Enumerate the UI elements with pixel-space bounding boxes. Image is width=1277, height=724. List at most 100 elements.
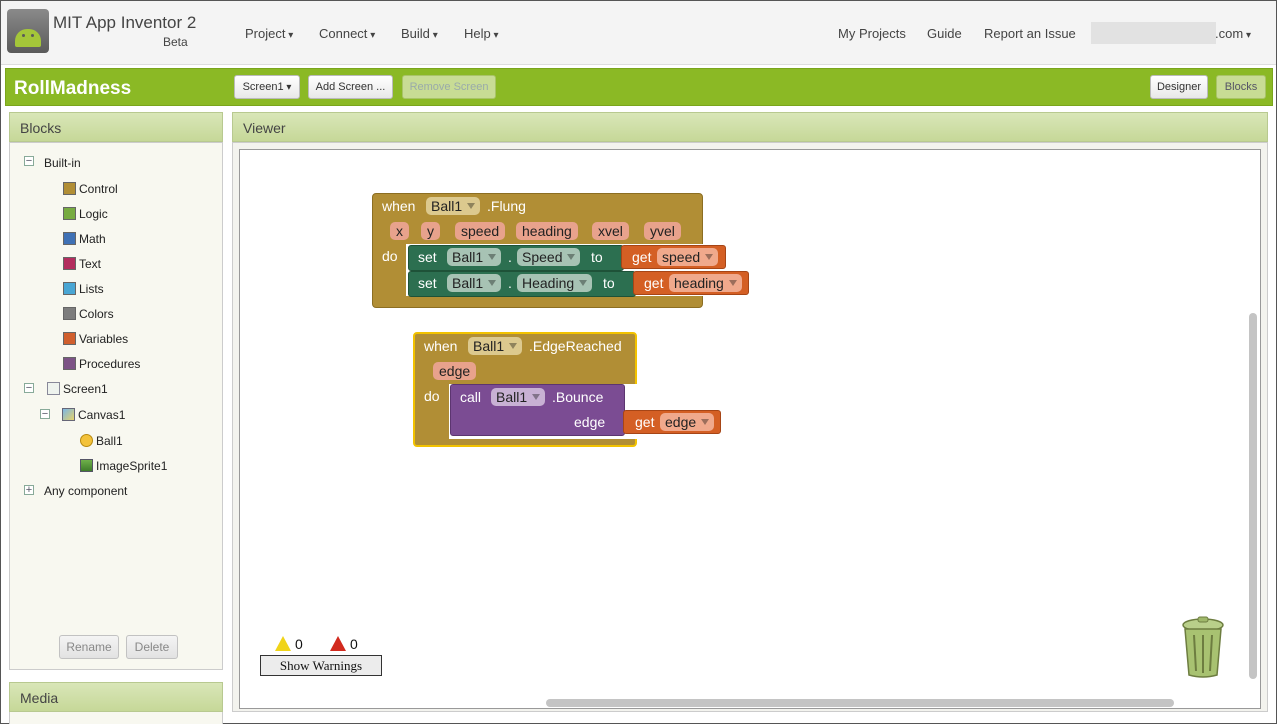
viewer-header: Viewer (232, 112, 1268, 142)
flung-param-heading[interactable]: heading (516, 222, 578, 240)
tree-screen1[interactable]: Screen1 (47, 381, 108, 397)
blocks-panel: − Built-in Control Logic Math Text Lists… (9, 142, 223, 670)
drawer-colors[interactable]: Colors (63, 306, 114, 322)
media-panel-header: Media (9, 682, 223, 712)
app-subtitle: Beta (163, 35, 188, 49)
set-speed-to-label: to (591, 249, 603, 265)
set-speed-component-dropdown[interactable]: Ball1 (447, 248, 501, 266)
blocks-button[interactable]: Blocks (1216, 75, 1266, 99)
collapse-screen-icon[interactable]: − (24, 383, 34, 393)
menu-project[interactable]: Project (245, 26, 293, 41)
call-bounce-component-dropdown[interactable]: Ball1 (491, 388, 545, 406)
image-sprite-icon (80, 459, 93, 472)
call-bounce-method-label: .Bounce (552, 389, 603, 405)
flung-param-y[interactable]: y (421, 222, 440, 240)
flung-param-x[interactable]: x (390, 222, 409, 240)
link-my-projects[interactable]: My Projects (838, 26, 906, 41)
set-heading-property-dropdown[interactable]: Heading (517, 274, 592, 292)
canvas-icon (62, 408, 75, 421)
flung-param-yvel[interactable]: yvel (644, 222, 681, 240)
get-edge-get-label: get (635, 414, 654, 430)
drawer-logic[interactable]: Logic (63, 206, 108, 222)
get-heading-variable-dropdown[interactable]: heading (669, 274, 742, 292)
errors-count: 0 (350, 636, 358, 652)
collapse-canvas-icon[interactable]: − (40, 409, 50, 419)
text-color-icon (63, 257, 76, 270)
delete-button[interactable]: Delete (126, 635, 178, 659)
control-color-icon (63, 182, 76, 195)
drawer-variables[interactable]: Variables (63, 331, 128, 347)
app-title: MIT App Inventor 2 (53, 13, 196, 33)
get-speed-get-label: get (632, 249, 651, 265)
edge-event-label: .EdgeReached (529, 338, 622, 354)
drawer-procedures[interactable]: Procedures (63, 356, 140, 372)
link-guide[interactable]: Guide (927, 26, 962, 41)
drawer-text[interactable]: Text (63, 256, 101, 272)
flung-event-label: .Flung (487, 198, 526, 214)
edge-component-dropdown[interactable]: Ball1 (468, 337, 522, 355)
workspace-horizontal-scrollbar[interactable] (546, 699, 1174, 707)
get-edge-variable-dropdown[interactable]: edge (660, 413, 714, 431)
edge-do-label: do (424, 388, 440, 404)
add-screen-button[interactable]: Add Screen ... (308, 75, 393, 99)
top-bar: MIT App Inventor 2 Beta Project Connect … (1, 1, 1276, 65)
call-bounce-arg-label: edge (574, 414, 605, 430)
trash-can-icon[interactable] (1179, 615, 1227, 679)
math-color-icon (63, 232, 76, 245)
get-speed-variable-dropdown[interactable]: speed (657, 248, 718, 266)
set-speed-dot: . (508, 249, 512, 265)
set-heading-dot: . (508, 275, 512, 291)
show-warnings-button[interactable]: Show Warnings (260, 655, 382, 676)
set-heading-set-label: set (418, 275, 437, 291)
tree-imagesprite1[interactable]: ImageSprite1 (80, 458, 167, 474)
collapse-builtin-icon[interactable]: − (24, 156, 34, 166)
flung-when-label: when (382, 198, 415, 214)
screen-icon (47, 382, 60, 395)
account-menu[interactable]: .com (1215, 26, 1251, 41)
warning-icon (275, 636, 291, 651)
logic-color-icon (63, 207, 76, 220)
workspace-vertical-scrollbar[interactable] (1249, 313, 1257, 679)
drawer-lists[interactable]: Lists (63, 281, 104, 297)
account-email-redacted (1091, 22, 1216, 44)
procedures-color-icon (63, 357, 76, 370)
tree-builtin[interactable]: Built-in (44, 155, 81, 171)
edge-when-label: when (424, 338, 457, 354)
variables-color-icon (63, 332, 76, 345)
rename-button[interactable]: Rename (59, 635, 119, 659)
warnings-count: 0 (295, 636, 303, 652)
menu-connect[interactable]: Connect (319, 26, 375, 41)
set-heading-to-label: to (603, 275, 615, 291)
project-name: RollMadness (14, 78, 131, 100)
call-bounce-call-label: call (460, 389, 481, 405)
menu-build[interactable]: Build (401, 26, 438, 41)
media-panel (9, 712, 223, 724)
blocks-panel-header: Blocks (9, 112, 223, 142)
set-heading-component-dropdown[interactable]: Ball1 (447, 274, 501, 292)
flung-component-dropdown[interactable]: Ball1 (426, 197, 480, 215)
flung-do-label: do (382, 248, 398, 264)
tree-ball1[interactable]: Ball1 (80, 433, 123, 449)
set-speed-set-label: set (418, 249, 437, 265)
colors-color-icon (63, 307, 76, 320)
drawer-control[interactable]: Control (63, 181, 118, 197)
link-report-issue[interactable]: Report an Issue (984, 26, 1076, 41)
remove-screen-button[interactable]: Remove Screen (402, 75, 496, 99)
drawer-math[interactable]: Math (63, 231, 106, 247)
ball-icon (80, 434, 93, 447)
menu-help[interactable]: Help (464, 26, 499, 41)
set-speed-property-dropdown[interactable]: Speed (517, 248, 580, 266)
designer-button[interactable]: Designer (1150, 75, 1208, 99)
error-icon (330, 636, 346, 651)
flung-param-xvel[interactable]: xvel (592, 222, 629, 240)
expand-any-component-icon[interactable]: + (24, 485, 34, 495)
lists-color-icon (63, 282, 76, 295)
project-bar: RollMadness Screen1 Add Screen ... Remov… (5, 68, 1273, 106)
tree-canvas1[interactable]: Canvas1 (62, 407, 125, 423)
tree-any-component[interactable]: Any component (44, 483, 127, 499)
edge-param-edge[interactable]: edge (433, 362, 476, 380)
get-heading-get-label: get (644, 275, 663, 291)
app-inventor-logo-icon (7, 9, 49, 53)
flung-param-speed[interactable]: speed (455, 222, 505, 240)
screen-select-button[interactable]: Screen1 (234, 75, 300, 99)
